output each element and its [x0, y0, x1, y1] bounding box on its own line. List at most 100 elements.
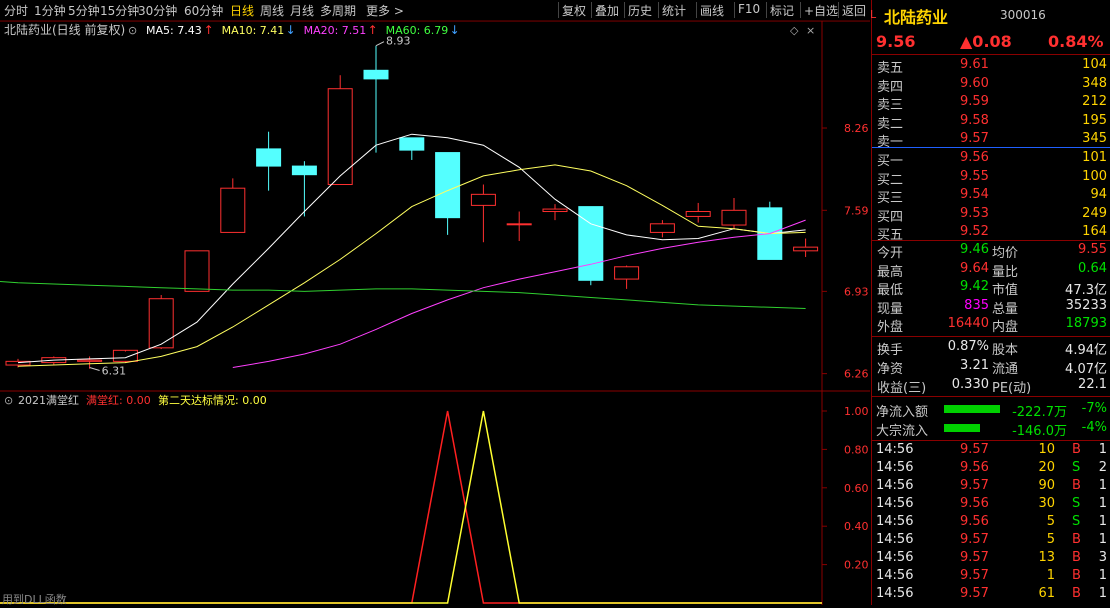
toolbar-button-5[interactable]: F10 [738, 2, 760, 16]
tick-price: 9.57 [960, 586, 989, 601]
bid-price: 9.56 [960, 150, 989, 165]
tick-side: B [1072, 550, 1081, 565]
chevron-down-icon[interactable]: ⊙ [128, 24, 137, 37]
candle-body [542, 208, 568, 213]
flow-bar [944, 424, 980, 432]
fund-label: 股本 [992, 343, 1019, 358]
toolbar-button-1[interactable]: 叠加 [595, 2, 619, 19]
fund-label: 流通 [992, 362, 1019, 377]
candle-body [184, 250, 210, 292]
fund-row: 收益(三) 0.330 PE(动) 22.1 [872, 376, 1110, 396]
fund-value: 22.1 [1078, 377, 1107, 392]
candle-body [721, 209, 747, 226]
ask-price: 9.60 [960, 75, 989, 91]
flow-value: -146.0万 [1012, 424, 1067, 439]
period-tab-4[interactable]: 30分钟 [138, 2, 177, 19]
fund-label: PE(动) [992, 381, 1032, 396]
candle-body [148, 298, 174, 349]
bid-price: 9.54 [960, 187, 989, 202]
candle-body [256, 148, 282, 167]
bid-volume: 100 [1082, 168, 1107, 184]
tick-side: B [1072, 586, 1081, 601]
candle-body [470, 193, 496, 206]
candle-body [220, 187, 246, 233]
candle-body [649, 223, 675, 233]
toolbar-button-4[interactable]: 画线 [700, 2, 724, 19]
tick-price: 9.57 [960, 568, 989, 583]
close-icon[interactable]: × [806, 24, 815, 37]
period-tab-8[interactable]: 月线 [290, 2, 314, 19]
candle-15 [542, 204, 568, 221]
toolbar-button-0[interactable]: 复权 [562, 2, 586, 19]
fund-label: 净资 [877, 362, 904, 377]
fund-value: 4.07亿 [1065, 362, 1107, 377]
ask-label: 卖五 [877, 61, 904, 76]
bid-volume: 249 [1082, 205, 1107, 221]
kline-chart[interactable]: 北陆药业(日线 前复权) ⊙ MA5: 7.43 ↑ MA10: 7.41 ↓ MA20: … [0, 20, 870, 606]
flow-value: -222.7万 [1012, 405, 1067, 420]
toolbar-button-2[interactable]: 历史 [628, 2, 652, 19]
ma-arrow-3: ↓ [450, 23, 460, 37]
candle-body [363, 69, 389, 80]
ind-tick-label: 0.60 [844, 482, 869, 495]
tick-volume: 90 [1038, 478, 1055, 493]
bid-row: 买一 9.56 101 [872, 149, 1110, 169]
tick-count: 1 [1098, 532, 1107, 547]
bid-price: 9.55 [960, 168, 989, 184]
dll-note: 用到DLL函数 [2, 593, 67, 605]
stat-value: 9.64 [960, 260, 989, 276]
diamond-icon[interactable]: ◇ [790, 24, 799, 37]
period-tab-0[interactable]: 分时 [4, 2, 28, 19]
ask-price: 9.59 [960, 94, 989, 109]
period-tab-5[interactable]: 60分钟 [184, 2, 223, 19]
toolbar-button-7[interactable]: +自选 [804, 2, 838, 19]
toolbar-button-6[interactable]: 标记 [770, 2, 794, 19]
period-tab-6[interactable]: 日线 [230, 2, 254, 19]
toolbar-button-3[interactable]: 统计 [662, 2, 686, 19]
tick-count: 1 [1098, 478, 1107, 493]
expand-icon[interactable]: ⊙ [4, 394, 13, 407]
stat-value: 35233 [1065, 297, 1107, 313]
stat-value: 47.3亿 [1065, 283, 1107, 298]
stat-row: 外盘 16440 内盘 18793 [872, 315, 1110, 335]
ma20-line [232, 219, 806, 368]
bid-price: 9.52 [960, 224, 989, 239]
period-tab-2[interactable]: 5分钟 [68, 2, 100, 19]
ma60-line [0, 281, 806, 309]
candle-18 [649, 220, 675, 238]
tick-price: 9.57 [960, 478, 989, 493]
ask-label: 卖四 [877, 79, 904, 95]
tick-time: 14:56 [876, 532, 914, 547]
tick-row: 14:56 9.57 1 B 1 [872, 567, 1110, 585]
stock-code: 300016 [1000, 8, 1046, 22]
toolbar-button-8[interactable]: 返回 [842, 2, 866, 19]
tick-volume: 5 [1046, 514, 1055, 529]
tick-time: 14:56 [876, 514, 914, 529]
period-tab-9[interactable]: 多周期 [320, 2, 356, 19]
tick-side: B [1072, 532, 1081, 547]
high-marker-line [375, 41, 385, 47]
stat-value: 9.55 [1078, 242, 1107, 257]
bid-volume: 164 [1082, 224, 1107, 239]
flow-bar [944, 405, 1000, 413]
bid-row: 买五 9.52 164 [872, 223, 1110, 243]
period-tab-7[interactable]: 周线 [260, 2, 284, 19]
toolbar-divider [558, 2, 559, 18]
toolbar-divider [591, 2, 592, 18]
toolbar-divider [838, 2, 839, 18]
stat-value: 835 [964, 297, 989, 313]
period-tab-10[interactable]: 更多 > [366, 2, 404, 19]
indicator-yellow-line [0, 410, 822, 604]
period-tab-1[interactable]: 1分钟 [34, 2, 66, 19]
candle-5 [184, 250, 210, 292]
tick-volume: 1 [1046, 568, 1055, 583]
candle-body [291, 165, 317, 176]
tick-price: 9.57 [960, 442, 989, 457]
candle-22 [793, 238, 819, 257]
fund-value: 0.330 [951, 377, 989, 392]
tick-side: S [1072, 460, 1081, 475]
tick-side: S [1072, 496, 1081, 511]
period-tab-3[interactable]: 15分钟 [100, 2, 139, 19]
ask-price: 9.61 [960, 57, 989, 72]
indicator-line1-label: 满堂红: 0.00 [86, 394, 151, 407]
